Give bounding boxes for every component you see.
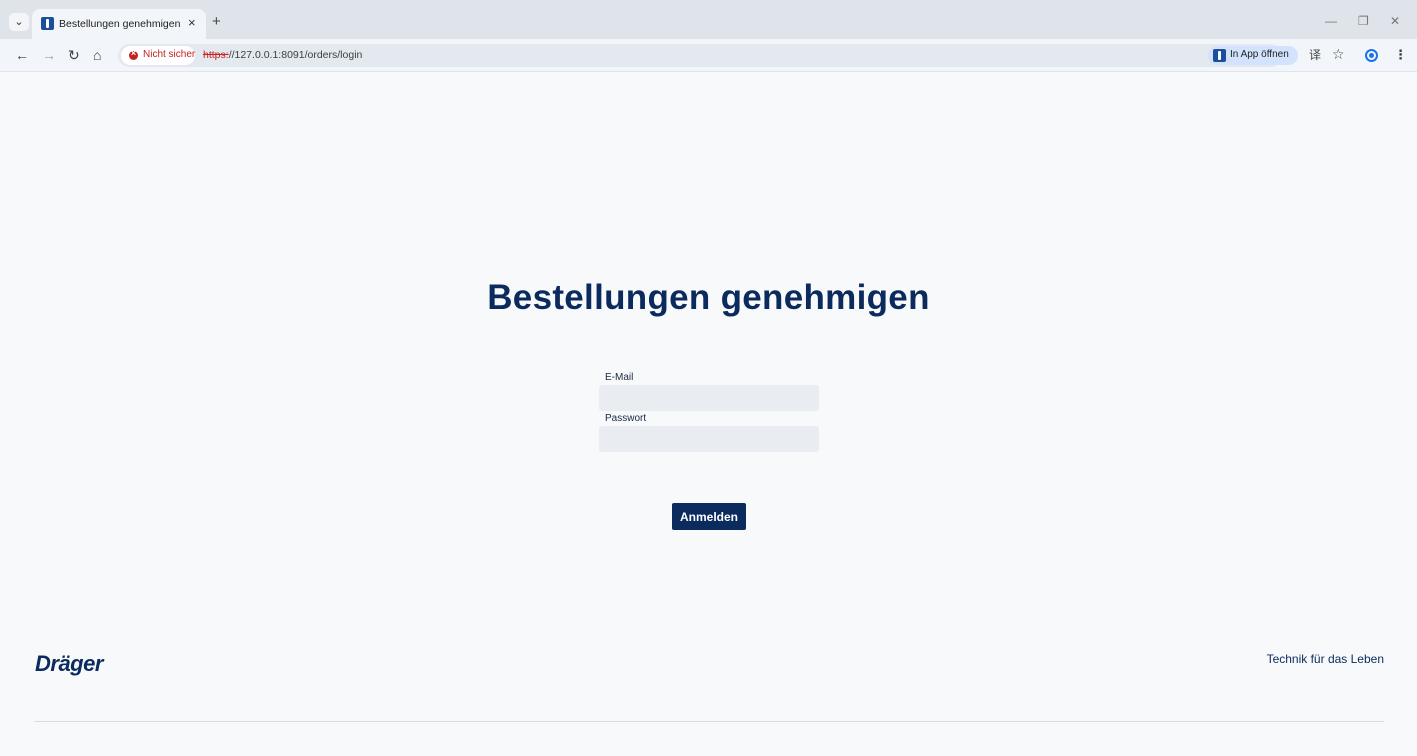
footer-divider [34,721,1384,722]
security-chip-label: Nicht sicher [143,49,196,60]
browser-toolbar: ← → ↻ ⌂ Nicht sicher https://127.0.0.1:8… [0,39,1417,72]
browser-tab-strip: ⌄ Bestellungen genehmigen × + — ❐ ✕ [0,0,1417,39]
browser-menu-icon[interactable]: ⋮ [1394,47,1407,63]
window-restore-icon[interactable]: ❐ [1358,14,1369,28]
reload-icon[interactable]: ↻ [68,47,80,63]
translate-icon[interactable]: 译 [1309,47,1321,63]
email-label: E-Mail [605,372,634,383]
site-favicon-icon [41,17,54,30]
window-close-icon[interactable]: ✕ [1390,14,1400,28]
app-favicon-icon [1213,49,1226,62]
url-text[interactable]: https://127.0.0.1:8091/orders/login [203,49,362,61]
open-in-app-button[interactable]: In App öffnen [1208,46,1298,65]
insecure-warning-icon [129,48,138,60]
chevron-down-icon: ⌄ [14,15,24,28]
forward-arrow-icon[interactable]: → [42,47,56,63]
bookmark-star-icon[interactable]: ☆ [1332,46,1345,62]
password-label: Passwort [605,413,647,424]
page-title: Bestellungen genehmigen [487,278,930,317]
security-chip[interactable]: Nicht sicher [121,46,195,65]
email-field[interactable] [599,385,819,411]
address-bar[interactable]: Nicht sicher https://127.0.0.1:8091/orde… [118,44,1345,67]
url-path: //127.0.0.1:8091/orders/login [228,49,363,61]
open-in-app-label: In App öffnen [1230,49,1289,60]
url-scheme: https: [203,49,229,61]
home-icon[interactable]: ⌂ [93,47,101,63]
browser-tab-active[interactable]: Bestellungen genehmigen × [32,9,206,39]
profile-avatar-icon[interactable] [1365,49,1378,62]
back-arrow-icon[interactable]: ← [15,47,29,63]
new-tab-icon[interactable]: + [212,14,221,29]
draeger-logo: Dräger [35,651,103,676]
password-field[interactable] [599,426,819,452]
login-button[interactable]: Anmelden [672,503,746,530]
tab-close-icon[interactable]: × [188,15,196,31]
tab-search-button[interactable]: ⌄ [9,13,29,31]
tab-title: Bestellungen genehmigen [59,18,181,30]
footer-slogan: Technik für das Leben [1266,652,1384,666]
window-minimize-icon[interactable]: — [1325,14,1337,28]
